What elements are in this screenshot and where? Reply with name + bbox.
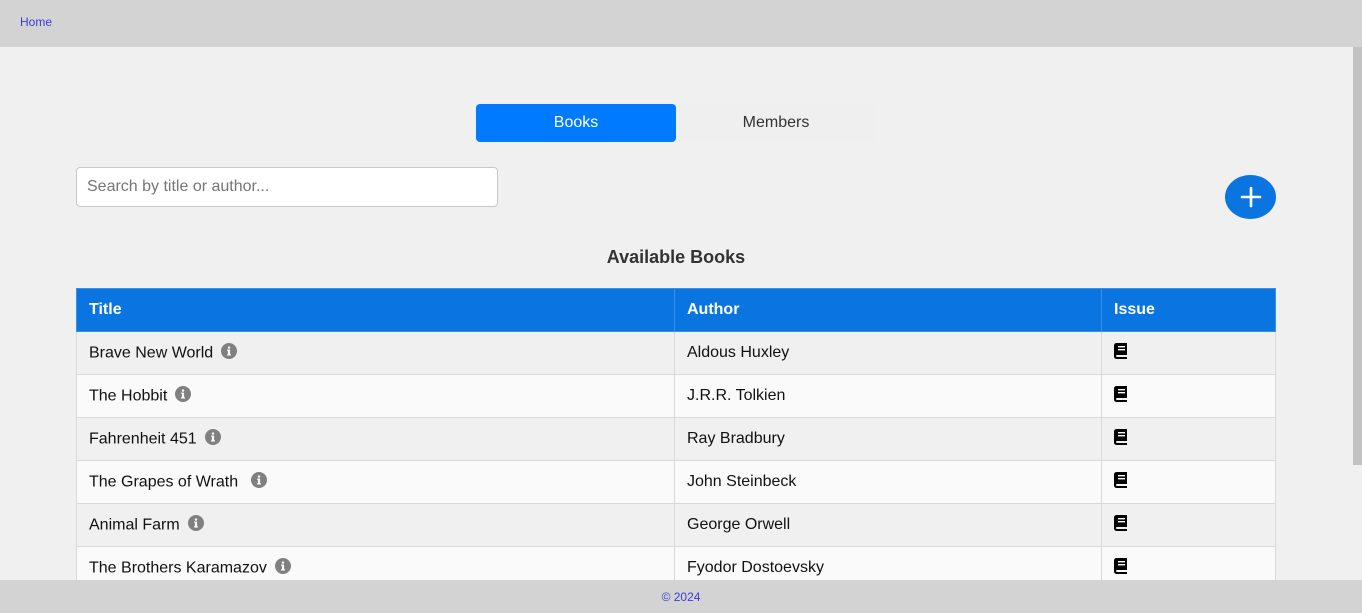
top-nav-bar: Home <box>0 0 1362 47</box>
cell-title: Brave New World <box>76 331 675 375</box>
book-author: John Steinbeck <box>674 460 1102 504</box>
book-title: The Hobbit <box>89 387 168 405</box>
cell-title: The Grapes of Wrath <box>76 460 675 504</box>
table-row: The Hobbit J.R.R. Tolkien <box>76 374 1276 418</box>
issue-book-icon[interactable] <box>1114 342 1128 364</box>
book-author: Aldous Huxley <box>674 331 1102 375</box>
cell-issue <box>1101 503 1276 547</box>
footer: © 2024 <box>0 580 1362 613</box>
table-row: Brave New World Aldous Huxley <box>76 331 1276 375</box>
info-icon[interactable] <box>187 514 204 536</box>
cell-title: The Hobbit <box>76 374 675 418</box>
plus-icon <box>1240 186 1261 208</box>
table-row: Animal Farm George Orwell <box>76 503 1276 547</box>
cell-issue <box>1101 460 1276 504</box>
table-row: Fahrenheit 451 Ray Bradbury <box>76 417 1276 461</box>
tab-bar: Books Members <box>476 104 876 142</box>
issue-book-icon[interactable] <box>1114 514 1128 536</box>
book-title: The Grapes of Wrath <box>89 473 243 491</box>
info-icon[interactable] <box>204 428 221 450</box>
cell-title: Animal Farm <box>76 503 675 547</box>
book-title: Brave New World <box>89 344 214 362</box>
info-icon[interactable] <box>250 471 267 493</box>
issue-book-icon[interactable] <box>1114 471 1128 493</box>
book-title: The Brothers Karamazov <box>89 559 267 577</box>
book-title: Animal Farm <box>89 516 180 534</box>
issue-book-icon[interactable] <box>1114 428 1128 450</box>
search-input[interactable] <box>76 167 498 207</box>
book-title: Fahrenheit 451 <box>89 430 197 448</box>
add-book-button[interactable] <box>1225 175 1276 219</box>
cell-issue <box>1101 417 1276 461</box>
issue-book-icon[interactable] <box>1114 557 1128 579</box>
cell-issue <box>1101 374 1276 418</box>
tab-members[interactable]: Members <box>676 104 876 142</box>
table-header-row: Title Author Issue <box>76 288 1276 332</box>
book-author: Ray Bradbury <box>674 417 1102 461</box>
copyright-text: © 2024 <box>661 589 701 604</box>
book-author: George Orwell <box>674 503 1102 547</box>
home-link[interactable]: Home <box>20 15 52 29</box>
issue-book-icon[interactable] <box>1114 385 1128 407</box>
cell-issue <box>1101 331 1276 375</box>
column-header-issue: Issue <box>1101 288 1276 332</box>
section-title: Available Books <box>606 247 746 267</box>
info-icon[interactable] <box>274 557 291 579</box>
info-icon[interactable] <box>221 342 238 364</box>
column-header-author: Author <box>674 288 1102 332</box>
tab-books[interactable]: Books <box>476 104 676 142</box>
book-author: J.R.R. Tolkien <box>674 374 1102 418</box>
column-header-title: Title <box>76 288 675 332</box>
page-scrollbar[interactable] <box>1353 47 1362 465</box>
books-table: Title Author Issue Brave New World Aldous… <box>76 288 1276 590</box>
table-row: The Grapes of Wrath John Steinbeck <box>76 460 1276 504</box>
cell-title: Fahrenheit 451 <box>76 417 675 461</box>
info-icon[interactable] <box>175 385 192 407</box>
